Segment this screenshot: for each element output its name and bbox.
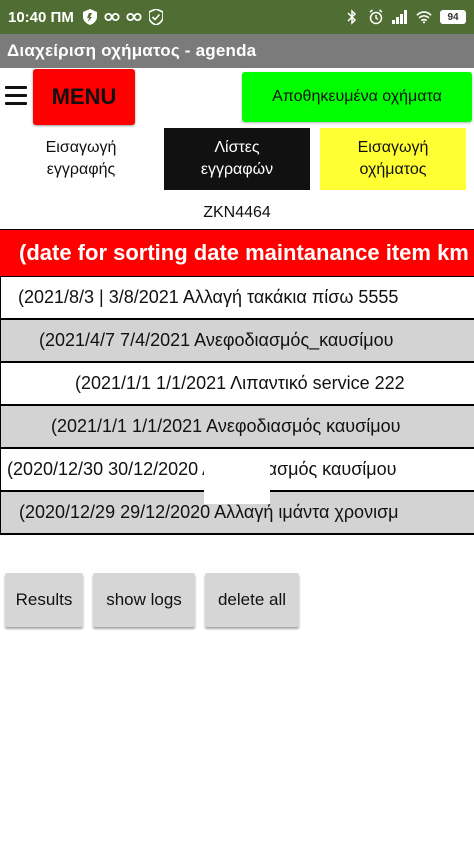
saved-vehicles-button[interactable]: Αποθηκευμένα οχήματα [242,72,472,122]
list-item[interactable]: (2021/4/7 7/4/2021 Ανεφοδιασμός_καυσίμου [0,320,474,363]
tab-vehicle-line2: οχήματος [359,161,427,178]
battery-icon: 94 [440,10,466,24]
show-logs-button[interactable]: show logs [93,573,195,627]
signal-icon [392,9,408,25]
list-item-text: (2021/1/1 1/1/2021 Ανεφοδιασμός καυσίμου [51,416,401,436]
results-button[interactable]: Results [5,573,83,627]
hamburger-menu-icon[interactable] [5,86,27,106]
bluetooth-icon [344,9,360,25]
delete-all-button[interactable]: delete all [205,573,299,627]
tab-lists-line1: Λίστες [214,139,260,156]
tab-entry-line2: εγγραφής [46,161,116,178]
list-item[interactable]: (2021/1/1 1/1/2021 Ανεφοδιασμός καυσίμου [0,406,474,449]
redaction-block [204,458,270,504]
shield-icon [82,9,98,25]
menu-button[interactable]: MENU [33,69,135,125]
wifi-icon [416,9,432,25]
status-time: 10:40 ΠΜ [8,8,74,26]
list-item-text: (2021/8/3 | 3/8/2021 Αλλαγή τακάκια πίσω… [18,287,399,307]
tab-entry-input[interactable]: Εισαγωγή εγγραφής [4,128,158,190]
list-item-text: (2021/4/7 7/4/2021 Ανεφοδιασμός_καυσίμου [39,330,394,350]
list-item-text: (2020/12/29 29/12/2020 Αλλαγή ιμάντα χρο… [19,502,399,522]
list-item-text: (2021/1/1 1/1/2021 Λιπαντικό service 222 [75,373,405,393]
tab-entry-line1: Εισαγωγή [45,139,117,156]
list-header-text: (date for sorting date maintanance item … [19,240,469,265]
app-title: Διαχείριση οχήματος - agenda [7,41,257,60]
list-header: (date for sorting date maintanance item … [0,229,474,277]
tab-vehicle-input[interactable]: Εισαγωγή οχήματος [320,128,466,190]
vehicle-plate: ZKN4464 [203,204,271,221]
tab-vehicle-line1: Εισαγωγή [357,139,429,156]
status-bar: 10:40 ΠΜ 94 [0,0,474,34]
list-item[interactable]: (2021/8/3 | 3/8/2021 Αλλαγή τακάκια πίσω… [0,277,474,320]
alarm-icon [368,9,384,25]
tab-lists-line2: εγγραφών [200,161,274,178]
list-item-text: (2020/12/30 30/12/2020 Ανεφοδιασμός καυσ… [7,459,397,479]
status-notification-icons [82,9,164,25]
list-item[interactable]: (2021/1/1 1/1/2021 Λιπαντικό service 222 [0,363,474,406]
app-titlebar: Διαχείριση οχήματος - agenda [0,34,474,68]
link-icon [104,9,120,25]
verified-shield-icon [148,9,164,25]
status-system-icons: 94 [344,9,466,25]
tab-entry-lists[interactable]: Λίστες εγγραφών [164,128,310,190]
link-icon [126,9,142,25]
